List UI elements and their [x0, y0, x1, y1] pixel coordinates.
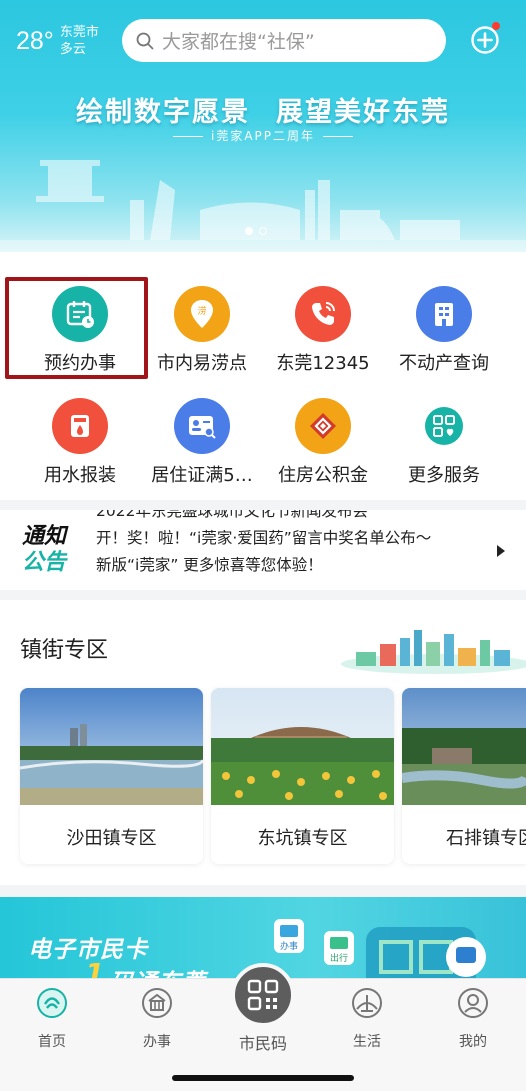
tab-mine[interactable]: 我的	[433, 987, 513, 1051]
service-label: 更多服务	[408, 465, 480, 486]
service-label: 用水报装	[44, 465, 116, 486]
map-pin-icon: 涝	[174, 286, 230, 342]
service-label: 住房公积金	[278, 465, 368, 486]
service-real-estate-query[interactable]: 不动产查询	[384, 286, 504, 375]
weather-widget[interactable]: 28° 东莞市 多云	[16, 24, 99, 58]
notification-dot	[492, 22, 500, 30]
notice-item[interactable]: 新版“i莞家” 更多惊喜等您体验！	[96, 552, 496, 579]
life-icon	[352, 988, 382, 1018]
ecard-tag-banshi: 办事	[280, 940, 298, 952]
banner-title-right: 展望美好东莞	[276, 97, 450, 128]
banner-title-left: 绘制数字愿景	[76, 97, 250, 128]
temperature: 28°	[16, 26, 54, 55]
ecard-illustration: 办事 出行	[274, 919, 486, 987]
section-title: 镇街专区	[20, 638, 109, 663]
town-skyline-illustration	[341, 630, 526, 674]
tab-label: 首页	[38, 1034, 66, 1050]
city-name: 东莞市	[59, 25, 99, 40]
town-card-label: 石排镇专区	[446, 828, 526, 849]
search-bar[interactable]: 大家都在搜“社保”	[122, 19, 446, 62]
tab-label: 市民码	[238, 1034, 287, 1053]
service-label: 居住证满5…	[151, 465, 253, 486]
notice-item[interactable]: 开！奖！啦！“i莞家·爱国药”留言中奖名单公布～	[96, 525, 496, 552]
chevron-right-icon[interactable]	[497, 545, 505, 557]
town-card-label: 东坑镇专区	[257, 828, 348, 849]
more-services-icon	[416, 398, 472, 454]
notice-logo-line2: 公告	[22, 550, 67, 575]
carousel-dot	[259, 227, 267, 235]
service-housing-fund[interactable]: 住房公积金	[263, 398, 383, 487]
profile-icon	[458, 988, 488, 1018]
town-photo	[211, 688, 394, 805]
top-banner[interactable]: 28° 东莞市 多云 大家都在搜“社保” 绘制数字愿景 展望美好东莞 i莞家APP…	[0, 0, 526, 252]
notice-bar[interactable]: 通知 公告 2022年东莞盛球城市文化节新闻发布会 开！奖！啦！“i莞家·爱国药…	[0, 510, 526, 590]
tab-label: 办事	[143, 1034, 171, 1050]
tab-home[interactable]: 首页	[12, 987, 92, 1051]
carousel-indicator	[245, 227, 267, 235]
selection-highlight-box	[5, 277, 148, 379]
notice-logo-line1: 通知	[22, 524, 67, 549]
service-hotline-12345[interactable]: 东莞12345	[263, 286, 383, 375]
housing-fund-icon	[295, 398, 351, 454]
qr-code-icon	[247, 979, 279, 1011]
tab-citizen-code[interactable]	[231, 963, 295, 1027]
service-residence-permit[interactable]: 居住证满5…	[142, 398, 262, 487]
town-card-shipai[interactable]: 石排镇专区	[402, 688, 526, 864]
search-placeholder: 大家都在搜“社保”	[162, 31, 315, 53]
service-water-install[interactable]: 用水报装	[20, 398, 140, 487]
banner-subtitle: i莞家APP二周年	[0, 127, 526, 144]
notice-logo: 通知 公告	[22, 524, 74, 578]
svg-text:涝: 涝	[197, 305, 206, 317]
town-card-dongkeng[interactable]: 东坑镇专区	[211, 688, 394, 864]
town-card-shatian[interactable]: 沙田镇专区	[20, 688, 203, 864]
home-indicator	[172, 1075, 354, 1081]
carousel-dot-active	[245, 227, 253, 235]
bottom-tab-bar: 首页 办事 市民码 生活 我的	[0, 963, 526, 1091]
town-photo	[20, 688, 203, 805]
service-flood-points[interactable]: 涝 市内易涝点	[142, 286, 262, 375]
notice-item[interactable]: 2022年东莞盛球城市文化节新闻发布会	[96, 510, 496, 525]
service-grid: 预约办事 涝 市内易涝点 东莞12345 不动产查询 用水报装 居住证满5… 住…	[0, 252, 526, 500]
id-card-search-icon	[174, 398, 230, 454]
tab-life[interactable]: 生活	[327, 987, 407, 1051]
service-label: 东莞12345	[276, 353, 370, 374]
building-icon	[416, 286, 472, 342]
town-card-label: 沙田镇专区	[66, 828, 157, 849]
search-icon	[136, 32, 154, 49]
tab-label: 我的	[459, 1034, 487, 1050]
city-skyline-illustration	[0, 160, 526, 252]
town-zone-section: 镇街专区 沙田镇专区 东坑镇专区 石排镇专	[0, 600, 526, 885]
affairs-icon	[142, 988, 172, 1018]
service-label: 不动产查询	[399, 353, 489, 374]
service-more[interactable]: 更多服务	[384, 398, 504, 487]
notice-list: 2022年东莞盛球城市文化节新闻发布会 开！奖！啦！“i莞家·爱国药”留言中奖名…	[96, 510, 496, 579]
ecard-tag-chuxing: 出行	[330, 952, 348, 964]
service-label: 市内易涝点	[157, 353, 247, 374]
tab-label: 生活	[353, 1034, 381, 1050]
phone-icon	[295, 286, 351, 342]
weather-condition: 多云	[59, 42, 86, 57]
home-icon	[37, 988, 67, 1018]
town-photo	[402, 688, 526, 805]
water-meter-icon	[52, 398, 108, 454]
banner-title: 绘制数字愿景 展望美好东莞	[0, 90, 526, 129]
tab-affairs[interactable]: 办事	[117, 987, 197, 1051]
